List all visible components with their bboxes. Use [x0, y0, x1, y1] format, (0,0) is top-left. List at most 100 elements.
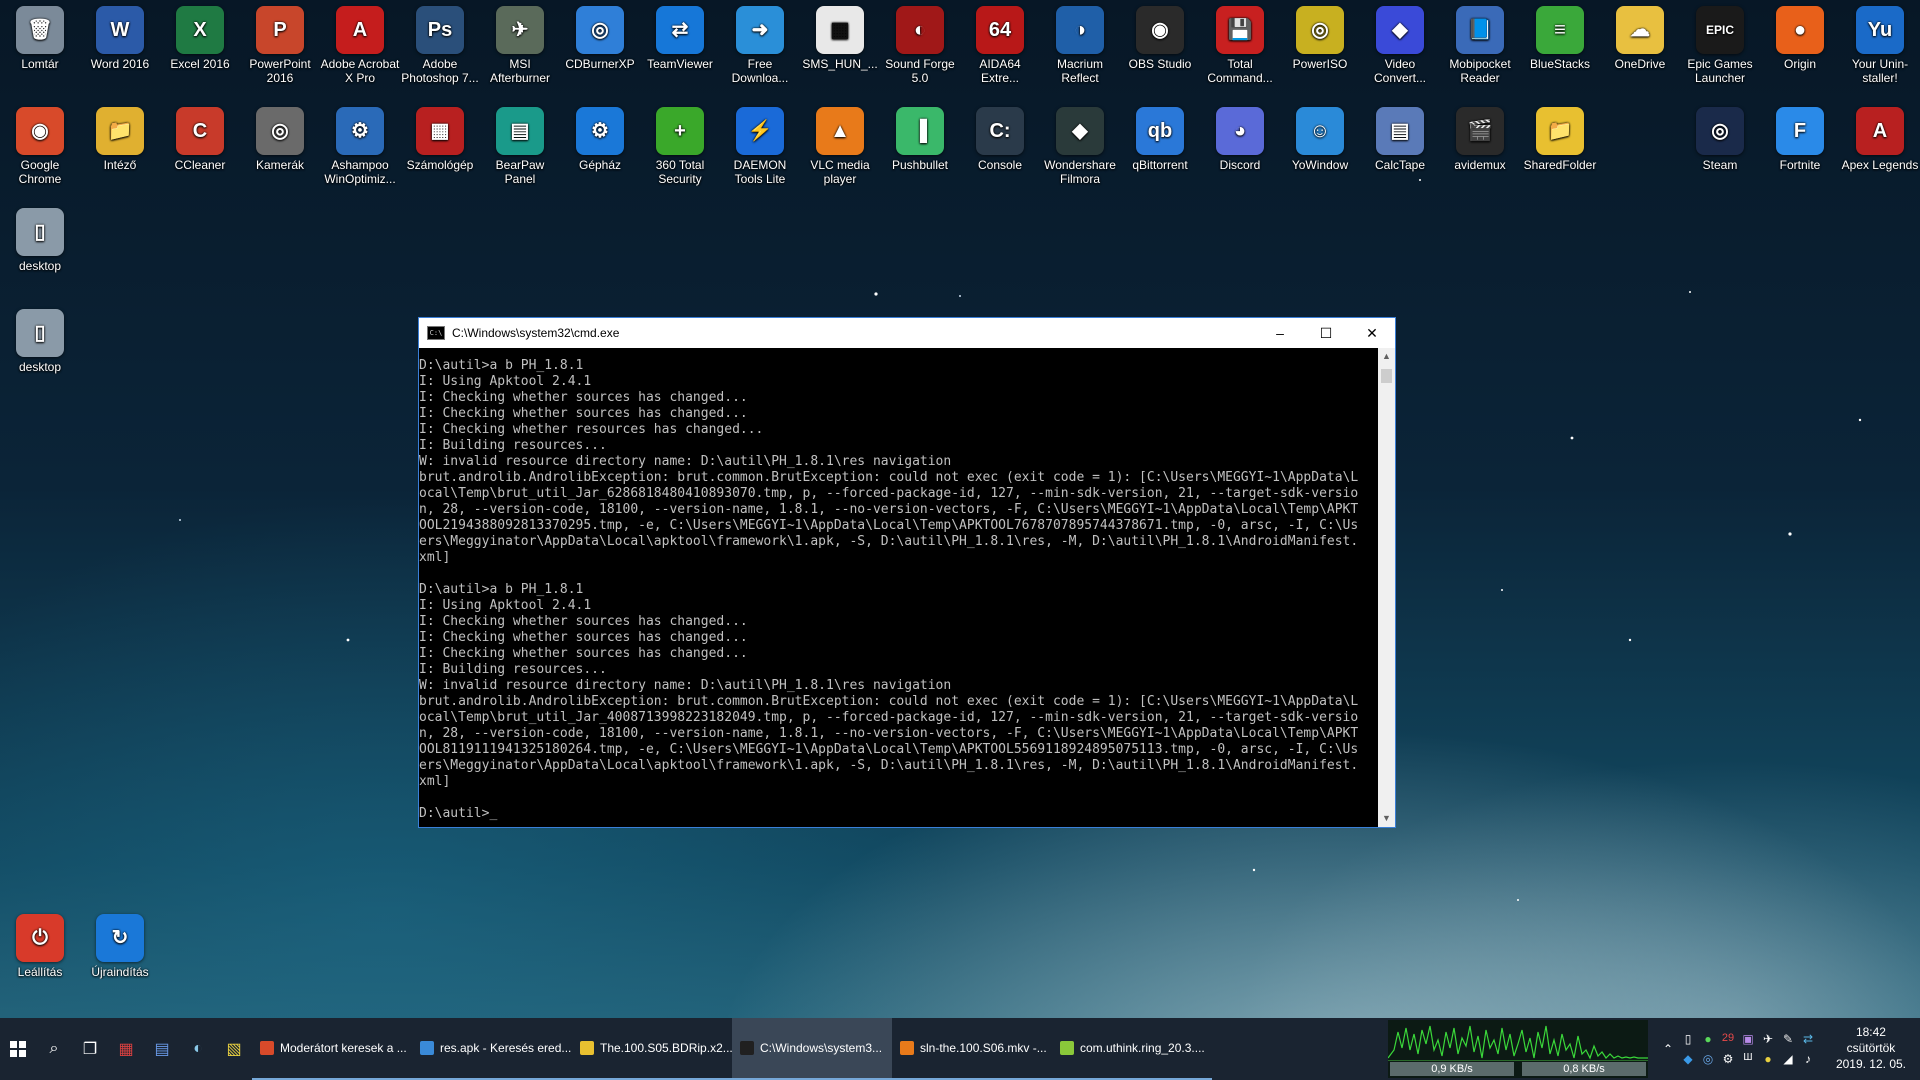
desktop-shortcut[interactable]: 💾 Total Command... — [1200, 2, 1280, 85]
taskbar-app-label: com.uthink.ring_20.3.... — [1080, 1041, 1205, 1055]
desktop-shortcut[interactable]: ✈ MSI Afterburner — [480, 2, 560, 85]
usb-icon[interactable]: ▯ — [1678, 1032, 1698, 1046]
desktop-shortcut[interactable]: X Excel 2016 — [160, 2, 240, 71]
desktop-shortcut[interactable]: ⏻ Leállítás — [0, 910, 80, 979]
desktop-shortcut[interactable]: ▲ VLC media player — [800, 103, 880, 186]
desktop-shortcut[interactable]: ◆ Wondershare Filmora — [1040, 103, 1120, 186]
desktop-shortcut[interactable]: ▦ Számológép — [400, 103, 480, 172]
scrollbar[interactable]: ▲ ▼ — [1378, 348, 1395, 827]
security-tray-icon[interactable]: ● — [1758, 1052, 1778, 1066]
desktop-shortcut[interactable]: ◐ Sound Forge 5.0 — [880, 2, 960, 85]
desktop-shortcut[interactable]: C: Console — [960, 103, 1040, 172]
taskbar-app-button[interactable]: The.100.S05.BDRip.x2... — [572, 1018, 732, 1080]
desktop-shortcut[interactable]: F Fortnite — [1760, 103, 1840, 172]
desktop-shortcut[interactable]: ◎ Kamerák — [240, 103, 320, 172]
shortcut-label: Your Unin-staller! — [1851, 57, 1909, 85]
taskbar-app-button[interactable]: res.apk - Keresés ered... — [412, 1018, 572, 1080]
recycle-bin-icon: 🗑 — [16, 6, 64, 54]
desktop-shortcut[interactable]: 64 AIDA64 Extre... — [960, 2, 1040, 85]
desktop-shortcut[interactable]: W Word 2016 — [80, 2, 160, 71]
origin-icon: ● — [1776, 6, 1824, 54]
desktop-shortcut[interactable]: ◎ CDBurnerXP — [560, 2, 640, 71]
pinned-app-icon[interactable]: ◐ — [180, 1018, 216, 1080]
taskbar: ⌕ ❐ ▦ ▤ ◐ ▧ Moderátort keresek a ... res.… — [0, 1018, 1920, 1080]
desktop-shortcut[interactable]: ☺ YoWindow — [1280, 103, 1360, 172]
desktop-shortcut[interactable]: ▦ SMS_HUN_... — [800, 2, 880, 71]
desktop-shortcut[interactable]: ▯ desktop — [0, 204, 80, 273]
desktop-shortcut[interactable]: Yu Your Unin-staller! — [1840, 2, 1920, 85]
temperature-badge[interactable]: 29 — [1718, 1032, 1738, 1046]
desktop-shortcut[interactable]: ◆ Video Convert... — [1360, 2, 1440, 85]
cmd-window[interactable]: C:\ C:\Windows\system32\cmd.exe – ☐ ✕ D:… — [418, 317, 1396, 828]
teamviewer-tray-icon[interactable]: ⇄ — [1798, 1032, 1818, 1046]
title-bar[interactable]: C:\ C:\Windows\system32\cmd.exe – ☐ ✕ — [419, 318, 1395, 348]
desktop-shortcut[interactable]: ≡ BlueStacks — [1520, 2, 1600, 71]
desktop-shortcut[interactable]: 🎬 avidemux — [1440, 103, 1520, 172]
start-button[interactable] — [0, 1018, 36, 1080]
shortcut-label: TeamViewer — [647, 57, 713, 71]
desktop-shortcut[interactable]: ◎ PowerISO — [1280, 2, 1360, 71]
desktop-shortcut[interactable]: ↻ Újraindítás — [80, 910, 160, 979]
minimize-button[interactable]: – — [1257, 318, 1303, 348]
upload-rate: 0,8 KB/s — [1522, 1062, 1646, 1076]
network-icon[interactable]: ◢ — [1778, 1052, 1798, 1066]
desktop-shortcut[interactable]: +360 Total Security — [640, 103, 720, 186]
shortcut-label: Free Downloa... — [731, 57, 789, 85]
taskbar-app-button[interactable]: com.uthink.ring_20.3.... — [1052, 1018, 1212, 1080]
afterburner-tray-icon[interactable]: ✈ — [1758, 1032, 1778, 1046]
show-hidden-icons-icon[interactable]: ⌃ — [1658, 1042, 1678, 1056]
close-button[interactable]: ✕ — [1349, 318, 1395, 348]
network-monitor: 0,9 KB/s 0,8 KB/s — [1388, 1020, 1648, 1078]
pen-icon[interactable]: ✎ — [1778, 1032, 1798, 1046]
scroll-thumb[interactable] — [1381, 369, 1392, 383]
volume-icon[interactable]: ♪ — [1798, 1052, 1818, 1066]
desktop-shortcut[interactable]: 📁 Intéző — [80, 103, 160, 172]
console-output[interactable]: D:\autil>a b PH_1.8.1 I: Using Apktool 2.… — [419, 348, 1378, 827]
desktop-shortcut[interactable]: ◕ Discord — [1200, 103, 1280, 172]
qbittorrent-tray-icon[interactable]: ◎ — [1698, 1052, 1718, 1066]
desktop-shortcut[interactable]: 📘 Mobipocket Reader — [1440, 2, 1520, 85]
desktop-shortcut[interactable]: EPIC Epic Games Launcher — [1680, 2, 1760, 85]
taskbar-app-button[interactable]: C:\Windows\system3... — [732, 1018, 892, 1080]
desktop-shortcut[interactable]: ● Origin — [1760, 2, 1840, 71]
desktop-shortcut[interactable]: qb qBittorrent — [1120, 103, 1200, 172]
notes-icon[interactable]: ▧ — [216, 1018, 252, 1080]
desktop-shortcut[interactable]: ➜ Free Downloa... — [720, 2, 800, 85]
desktop-shortcut[interactable]: Ps Adobe Photoshop 7... — [400, 2, 480, 85]
settings-tray-icon[interactable]: ⚙ — [1718, 1052, 1738, 1066]
taskbar-app-button[interactable]: sln-the.100.S06.mkv -... — [892, 1018, 1052, 1080]
desktop-shortcut[interactable]: ⇄ TeamViewer — [640, 2, 720, 71]
desktop-shortcut[interactable]: 📁 SharedFolder — [1520, 103, 1600, 172]
console-line: ers\Meggyinator\AppData\Local\apktool\fr… — [419, 534, 1359, 549]
language-icon[interactable]: Ш — [1738, 1052, 1758, 1066]
desktop-shortcut[interactable]: A Apex Legends — [1840, 103, 1920, 172]
desktop-shortcut[interactable]: ◑ Macrium Reflect — [1040, 2, 1120, 85]
scroll-down-icon[interactable]: ▼ — [1378, 810, 1395, 827]
scroll-up-icon[interactable]: ▲ — [1378, 348, 1395, 365]
desktop-shortcut[interactable]: ◎ Steam — [1680, 103, 1760, 172]
desktop-shortcut[interactable]: ◉ Google Chrome — [0, 103, 80, 186]
desktop-shortcut[interactable]: ◉ OBS Studio — [1120, 2, 1200, 71]
desktop-shortcut[interactable]: P PowerPoint 2016 — [240, 2, 320, 85]
maximize-button[interactable]: ☐ — [1303, 318, 1349, 348]
desktop-shortcut[interactable]: ▤ CalcTape — [1360, 103, 1440, 172]
desktop-shortcut[interactable]: ▯ desktop — [0, 305, 80, 374]
task-view-icon[interactable]: ❐ — [72, 1018, 108, 1080]
desktop-shortcut[interactable]: C CCleaner — [160, 103, 240, 172]
tray-green-icon[interactable]: ● — [1698, 1032, 1718, 1046]
monitor-icon[interactable]: ▣ — [1738, 1032, 1758, 1046]
desktop-shortcut[interactable]: ⚙ Gépház — [560, 103, 640, 172]
search-icon[interactable]: ⌕ — [36, 1018, 72, 1080]
droplet-icon[interactable]: ◆ — [1678, 1052, 1698, 1066]
desktop-shortcut[interactable]: ▐ Pushbullet — [880, 103, 960, 172]
desktop-shortcut[interactable]: ▤ BearPaw Panel — [480, 103, 560, 186]
clock[interactable]: 18:42 csütörtök 2019. 12. 05. — [1836, 1024, 1906, 1072]
desktop-shortcut[interactable]: ⚡ DAEMON Tools Lite — [720, 103, 800, 186]
desktop-shortcut[interactable]: ☁ OneDrive — [1600, 2, 1680, 71]
desktop-shortcut[interactable]: ⚙ Ashampoo WinOptimiz... — [320, 103, 400, 186]
desktop-shortcut[interactable]: 🗑 Lomtár — [0, 2, 80, 71]
desktop-shortcut[interactable]: A Adobe Acrobat X Pro — [320, 2, 400, 85]
calculator-icon[interactable]: ▦ — [108, 1018, 144, 1080]
taskbar-app-button[interactable]: Moderátort keresek a ... — [252, 1018, 412, 1080]
word-pinned-icon[interactable]: ▤ — [144, 1018, 180, 1080]
